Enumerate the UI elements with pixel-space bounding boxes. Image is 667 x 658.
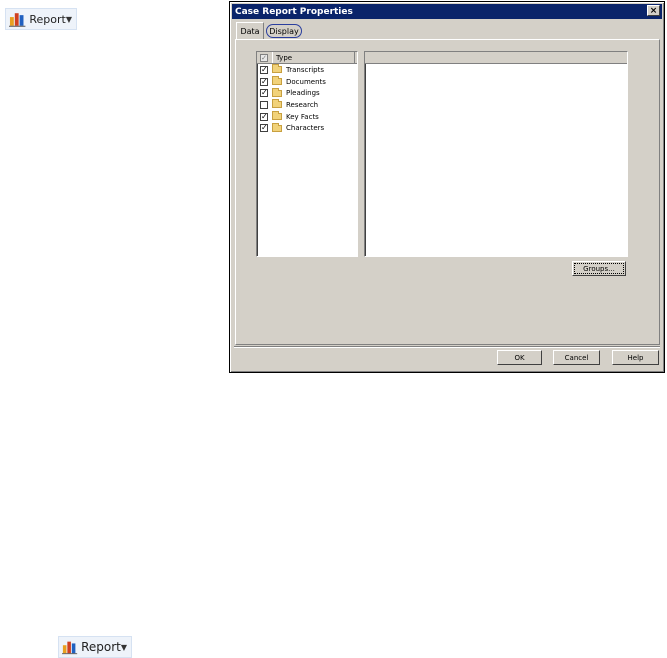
chevron-down-icon: ▼ (120, 642, 127, 652)
list-item-label: Pleadings (286, 89, 320, 98)
cancel-button[interactable]: Cancel (553, 350, 600, 365)
type-column-header[interactable]: Type (272, 52, 355, 63)
type-checkbox[interactable]: ✓ (260, 112, 268, 121)
list-item-label: Documents (286, 77, 326, 86)
help-button[interactable]: Help (612, 350, 659, 365)
bar-chart-icon (9, 13, 26, 27)
folder-icon (272, 64, 282, 74)
dialog-titlebar: Case Report Properties × (232, 4, 662, 19)
type-checkbox[interactable]: ✓ (260, 89, 268, 98)
tab-data[interactable]: Data (236, 22, 264, 40)
type-list-header: ✓ Type (257, 52, 357, 64)
list-item-label: Key Facts (286, 112, 319, 121)
list-item-label: Research (286, 100, 319, 109)
data-tab-panel: ✓ Type ✓ Transcripts ✓ Documents ✓ Pleadings R… (235, 39, 660, 345)
list-item[interactable]: ✓ Pleadings (257, 87, 357, 99)
close-button[interactable]: × (647, 5, 660, 16)
type-list-rows: ✓ Transcripts ✓ Documents ✓ Pleadings Research… (257, 64, 357, 134)
type-checkbox[interactable]: ✓ (260, 65, 268, 74)
tab-display[interactable]: Display (266, 24, 302, 38)
close-icon: × (649, 6, 658, 16)
report-button-secondary[interactable]: Report ▼ (58, 636, 132, 658)
type-checkbox[interactable]: ✓ (260, 77, 268, 86)
list-item-label: Characters (286, 124, 325, 133)
folder-icon (272, 87, 282, 97)
footer-divider (234, 346, 660, 348)
type-checkbox[interactable] (260, 100, 268, 109)
case-report-properties-dialog: Case Report Properties × Data Display ✓ … (229, 1, 665, 373)
folder-icon (272, 122, 282, 132)
bar-chart-icon (62, 641, 78, 655)
type-list[interactable]: ✓ Type ✓ Transcripts ✓ Documents ✓ Pleadings R… (256, 51, 358, 257)
details-list[interactable] (364, 51, 628, 257)
ok-button[interactable]: OK (497, 350, 542, 365)
groups-button[interactable]: Groups... (572, 261, 626, 276)
type-checkbox[interactable]: ✓ (260, 124, 268, 133)
dialog-title: Case Report Properties (235, 6, 353, 17)
list-item[interactable]: ✓ Characters (257, 122, 357, 134)
folder-icon (272, 76, 282, 86)
folder-icon (272, 111, 282, 121)
folder-icon (272, 99, 282, 109)
list-item[interactable]: ✓ Key Facts (257, 111, 357, 123)
report-button[interactable]: Report ▼ (5, 8, 77, 30)
list-item[interactable]: ✓ Documents (257, 76, 357, 88)
report-button-label: Report (81, 640, 121, 654)
list-item[interactable]: ✓ Transcripts (257, 64, 357, 76)
chevron-down-icon: ▼ (65, 14, 72, 24)
report-button-label: Report (29, 12, 66, 26)
list-item[interactable]: Research (257, 99, 357, 111)
details-list-header (365, 52, 627, 64)
select-all-checkbox[interactable]: ✓ (260, 53, 268, 62)
list-item-label: Transcripts (286, 65, 325, 74)
